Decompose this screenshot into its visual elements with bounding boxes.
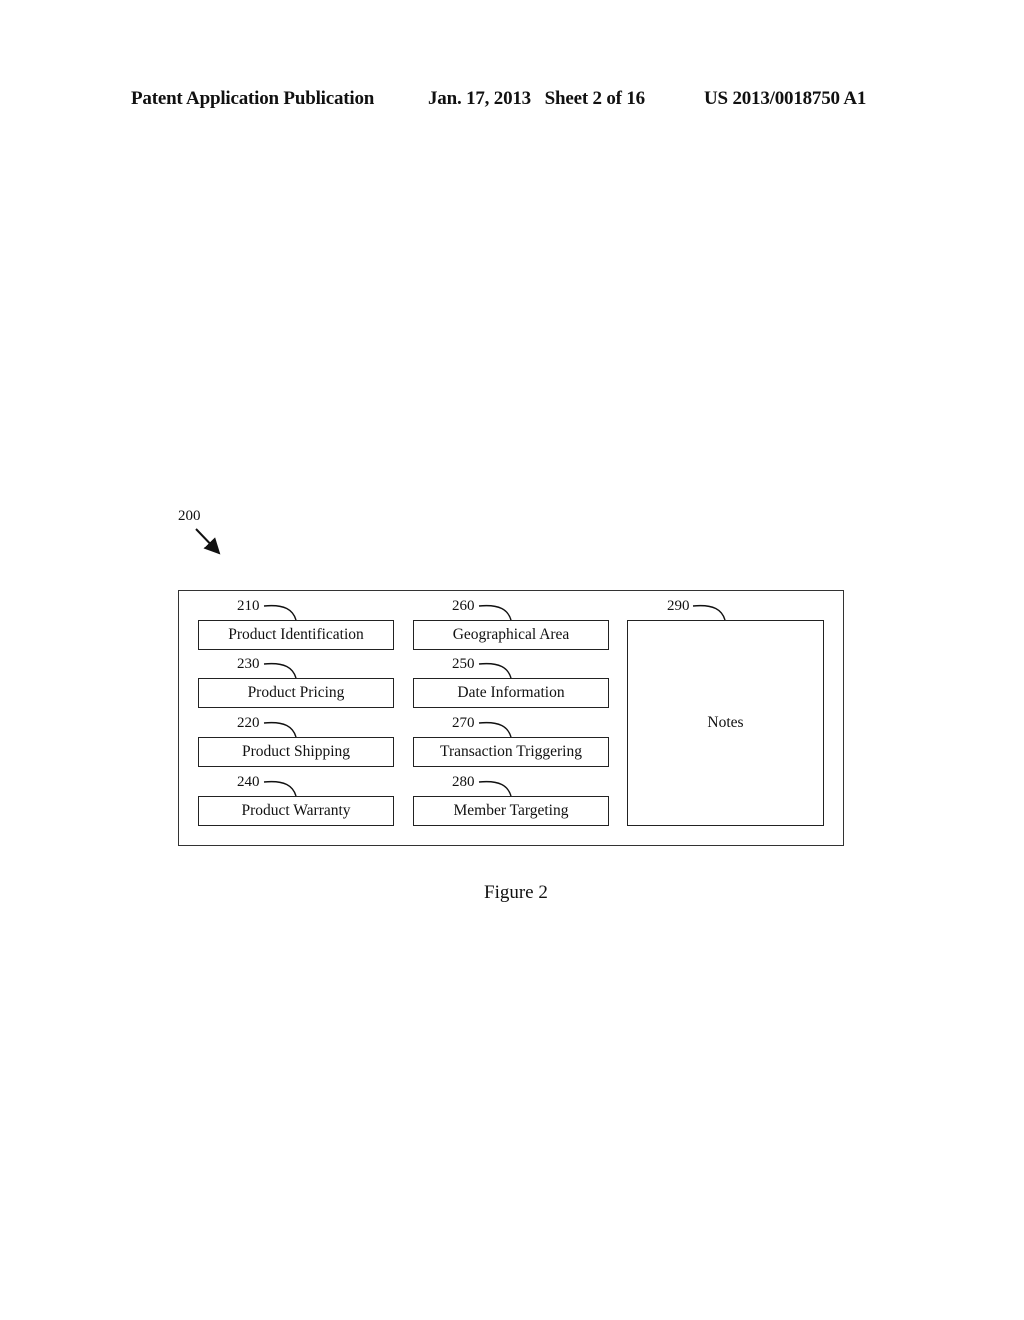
field-transaction-triggering: Transaction Triggering bbox=[413, 737, 609, 767]
field-member-targeting: Member Targeting bbox=[413, 796, 609, 826]
notes-box: Notes bbox=[627, 620, 824, 826]
ref-290: 290 bbox=[667, 598, 690, 614]
field-product-warranty: Product Warranty bbox=[198, 796, 394, 826]
ref-220: 220 bbox=[237, 715, 260, 731]
field-product-identification: Product Identification bbox=[198, 620, 394, 650]
field-date-information: Date Information bbox=[413, 678, 609, 708]
ref-280: 280 bbox=[452, 774, 475, 790]
publication-date-sheet: Jan. 17, 2013 Sheet 2 of 16 bbox=[428, 88, 645, 109]
ref-240: 240 bbox=[237, 774, 260, 790]
figure-ref-label: 200 bbox=[178, 508, 201, 524]
field-product-pricing: Product Pricing bbox=[198, 678, 394, 708]
ref-260: 260 bbox=[452, 598, 475, 614]
ref-230: 230 bbox=[237, 656, 260, 672]
field-product-shipping: Product Shipping bbox=[198, 737, 394, 767]
ref-270: 270 bbox=[452, 715, 475, 731]
ref-250: 250 bbox=[452, 656, 475, 672]
patent-number: US 2013/0018750 A1 bbox=[704, 88, 867, 109]
ref-210: 210 bbox=[237, 598, 260, 614]
figure-caption: Figure 2 bbox=[484, 882, 548, 903]
field-geographical-area: Geographical Area bbox=[413, 620, 609, 650]
notes-label: Notes bbox=[707, 714, 744, 731]
figure-ref-arrow bbox=[195, 528, 221, 555]
publication-title: Patent Application Publication bbox=[131, 88, 375, 109]
